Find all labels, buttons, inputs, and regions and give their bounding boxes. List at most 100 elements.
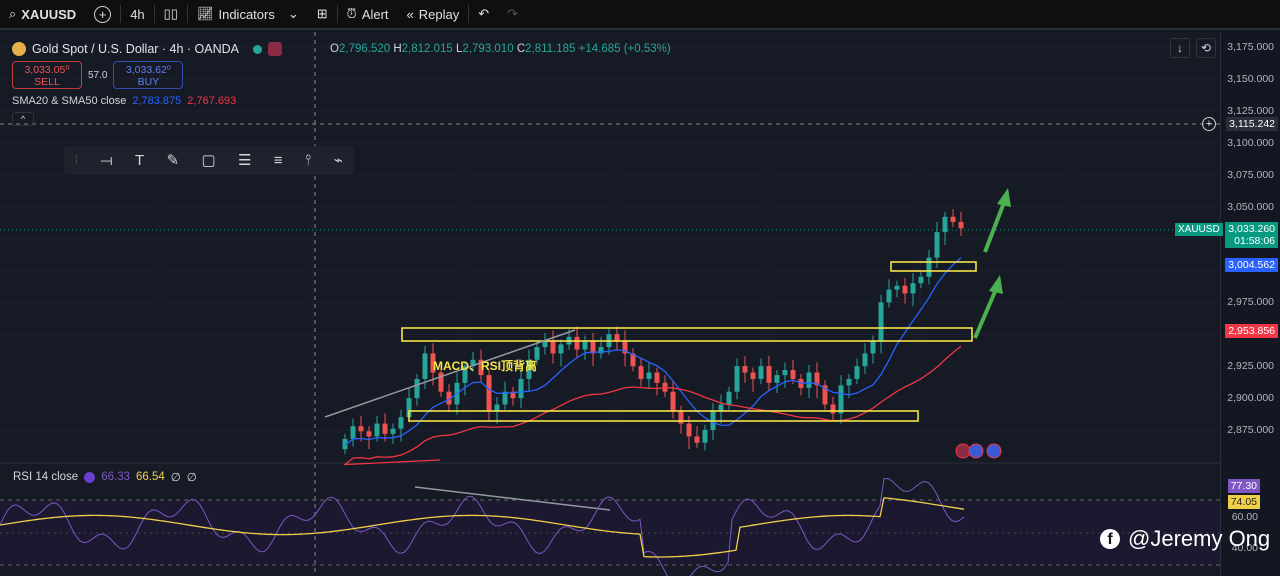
- arrow-head-icon: [997, 188, 1011, 207]
- candle-body: [878, 302, 884, 341]
- candle-body: [582, 340, 588, 350]
- candle-body: [398, 417, 404, 429]
- price-tick: 2,875.000: [1227, 424, 1274, 436]
- fill-tool-icon[interactable]: ⌁: [334, 151, 343, 169]
- candle-body: [926, 257, 932, 277]
- candle-body: [654, 372, 660, 383]
- candle-body: [886, 289, 892, 303]
- candle-body: [494, 404, 500, 411]
- market-status-icon: [253, 44, 263, 54]
- sma20-line: [344, 257, 962, 446]
- support-resistance-box: [890, 261, 977, 272]
- candle-body: [870, 340, 876, 354]
- candle-body: [366, 431, 372, 437]
- candle-body: [718, 404, 724, 411]
- event-icon: [955, 443, 971, 459]
- facebook-icon: f: [1100, 529, 1120, 549]
- candle-body: [942, 216, 948, 233]
- drawing-toolbar: ⁞ ⟞ T ✎ ▢ ☰ ≡ ⫯ ⌁: [64, 146, 354, 174]
- price-tick: 2,925.000: [1227, 360, 1274, 373]
- candle-body: [350, 426, 356, 439]
- text-tool-icon[interactable]: T: [135, 152, 144, 169]
- candle-body: [846, 378, 852, 386]
- price-tick: 3,075.000: [1227, 168, 1274, 181]
- event-icon: [968, 443, 984, 459]
- candle-body: [374, 423, 380, 437]
- arrow-head-icon: [989, 275, 1003, 294]
- candle-body: [686, 423, 692, 437]
- candle-body: [694, 436, 700, 443]
- candle-body: [854, 366, 860, 379]
- price-tick: 3,125.000: [1227, 104, 1274, 117]
- rsi-indicator-icon[interactable]: [84, 471, 96, 483]
- buy-button[interactable]: 3,033.62⁰ BUY: [113, 61, 184, 89]
- candle-body: [958, 221, 964, 229]
- scroll-down-icon[interactable]: ↓: [1170, 38, 1190, 58]
- line-tool-icon[interactable]: ⟞: [100, 152, 112, 169]
- candle-body: [638, 366, 644, 379]
- candle-body: [422, 353, 428, 379]
- rsi-value-label: 77.30: [1227, 479, 1260, 493]
- candle-body: [838, 385, 844, 414]
- candle-body: [742, 366, 748, 373]
- candle-body: [558, 344, 564, 354]
- event-icon[interactable]: [268, 42, 283, 56]
- brush-tool-icon[interactable]: ✎: [167, 151, 180, 169]
- candle-body: [910, 283, 916, 294]
- candle-body: [750, 372, 756, 379]
- candle-body: [574, 336, 580, 350]
- symbol-title: Gold Spot / U.S. Dollar · 4h · OANDA: [32, 42, 240, 56]
- annotation-text: MACD、RSI顶背离: [433, 359, 537, 373]
- rsi-tick: 60.00: [1231, 511, 1258, 523]
- candle-body: [358, 426, 364, 432]
- symbol-price-tag: XAUUSD: [1175, 223, 1223, 236]
- price-tick: 3,150.000: [1227, 72, 1274, 85]
- price-tick: 3,050.000: [1227, 200, 1274, 213]
- candle-body: [806, 372, 812, 388]
- sma20-price-label: 3,004.562: [1225, 258, 1278, 272]
- sell-button[interactable]: 3,033.05⁰ SELL: [12, 61, 82, 89]
- watermark: f @Jeremy Ong: [1100, 526, 1270, 552]
- gold-logo-icon: [12, 42, 26, 56]
- candle-body: [894, 285, 900, 290]
- refresh-icon[interactable]: ⟲: [1196, 38, 1216, 58]
- candle-body: [918, 276, 924, 284]
- candle-body: [830, 404, 836, 414]
- add-alert-icon[interactable]: +: [1202, 117, 1216, 131]
- spread: 57.0: [88, 69, 108, 81]
- candle-body: [670, 391, 676, 411]
- candle-body: [518, 378, 524, 399]
- ohlc-values: O2,796.520 H2,812.015 L2,793.010 C2,811.…: [330, 43, 671, 55]
- candle-body: [774, 375, 780, 383]
- rsi-legend: RSI 14 close 66.33 66.54 ∅ ∅: [13, 471, 197, 484]
- chart-controls: ↓ ⟲: [1170, 38, 1216, 58]
- crosshair-price-label: 3,115.242: [1226, 117, 1278, 131]
- arrow-shaft: [973, 286, 999, 339]
- price-tick: 2,900.000: [1227, 392, 1274, 405]
- candle-body: [934, 232, 940, 258]
- arrow-shaft: [983, 199, 1007, 253]
- candle-body: [758, 366, 764, 379]
- candle-body: [782, 370, 788, 376]
- candle-body: [614, 334, 620, 341]
- candle-body: [702, 430, 708, 443]
- rectangle-tool-icon[interactable]: ▢: [201, 151, 215, 169]
- candle-body: [766, 366, 772, 383]
- drag-handle-icon[interactable]: ⁞: [75, 155, 78, 166]
- candle-body: [902, 285, 908, 294]
- candle-body: [950, 216, 956, 222]
- price-tick: 2,975.000: [1227, 296, 1274, 309]
- last-price-label: 3,033.260 01:58:06: [1225, 222, 1278, 248]
- sma50-price-label: 2,953.856: [1225, 324, 1278, 338]
- sma50-value: 2,767.693: [187, 95, 237, 107]
- collapse-legend-button[interactable]: ^: [12, 112, 34, 126]
- candle-body: [790, 370, 796, 379]
- color-icon[interactable]: ⫯: [305, 152, 312, 169]
- event-icon: [986, 443, 1002, 459]
- candle-body: [382, 423, 388, 434]
- candle-body: [550, 340, 556, 354]
- candle-body: [734, 366, 740, 392]
- visibility-icon[interactable]: ≡: [274, 152, 283, 169]
- candle-body: [414, 378, 420, 399]
- settings-lines-icon[interactable]: ☰: [238, 151, 251, 169]
